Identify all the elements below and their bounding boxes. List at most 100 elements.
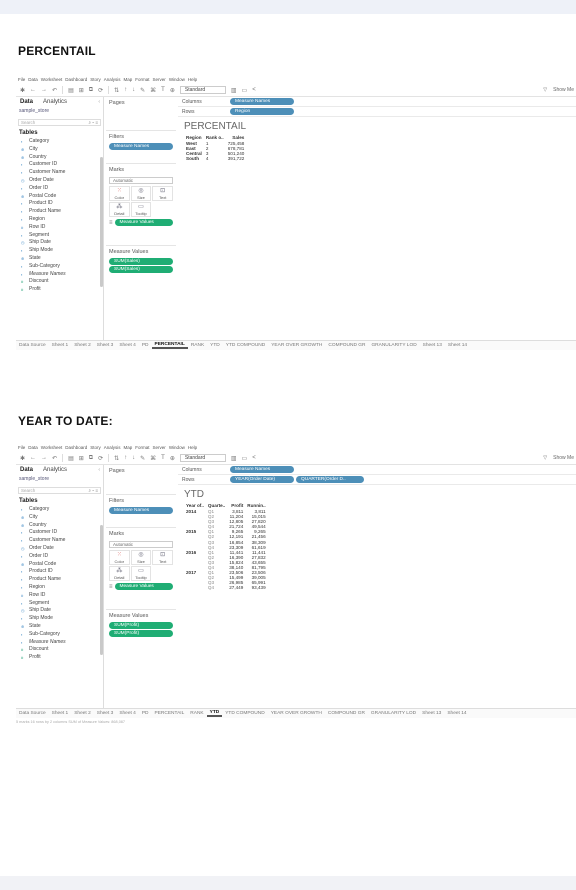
filter-icon[interactable]: ▽ xyxy=(543,455,547,461)
new-sheet-icon[interactable]: ⧉ xyxy=(89,87,93,94)
fit-select[interactable]: Standard xyxy=(179,454,226,462)
field-item[interactable]: ▪ Measure Names xyxy=(16,271,103,279)
sheet-tab[interactable]: Sheet 3 xyxy=(94,343,117,348)
scrollbar[interactable] xyxy=(100,157,103,287)
sheet-tab[interactable]: RANK xyxy=(188,343,207,348)
share-icon[interactable]: < xyxy=(252,455,256,461)
field-item[interactable]: # Profit xyxy=(16,654,103,662)
pages-shelf[interactable] xyxy=(106,476,176,490)
field-item[interactable]: # Row ID xyxy=(16,592,103,600)
tableau-logo-icon[interactable]: ✱ xyxy=(20,455,25,462)
sheet-tab[interactable]: PERCENTAIL xyxy=(152,711,188,716)
menu-item[interactable]: Dashboard xyxy=(65,445,87,450)
menu-item[interactable]: Analysis xyxy=(104,77,121,82)
field-item[interactable]: ▪ Measure Names xyxy=(16,639,103,647)
mark-type-select[interactable]: Automatic xyxy=(109,177,173,184)
new-datasource-icon[interactable]: ⊞ xyxy=(79,455,84,462)
columns-pill[interactable]: Measure Names xyxy=(230,466,294,473)
field-item[interactable]: ▪ Region xyxy=(16,216,103,224)
field-item[interactable]: # Discount xyxy=(16,278,103,286)
highlight-icon[interactable]: ✎ xyxy=(140,455,145,462)
sheet-tab[interactable]: COMPOUND GR xyxy=(325,343,368,348)
sheet-tab[interactable]: Sheet 3 xyxy=(94,711,117,716)
field-item[interactable]: # Discount xyxy=(16,646,103,654)
field-item[interactable]: ⊕ Postal Code xyxy=(16,193,103,201)
sheet-tab[interactable]: YEAR OVER GROWTH xyxy=(268,711,325,716)
detail-button[interactable]: ⁂ Detail xyxy=(109,202,130,217)
share-icon[interactable]: < xyxy=(252,87,256,93)
field-item[interactable]: ▪ Segment xyxy=(16,600,103,608)
back-icon[interactable]: ← xyxy=(30,87,36,93)
menu-item[interactable]: Dashboard xyxy=(65,77,87,82)
sheet-tab[interactable]: Sheet 14 xyxy=(445,343,470,348)
rows-pill[interactable]: YEAR(Order Date) xyxy=(230,476,294,483)
rows-pill[interactable]: Region xyxy=(230,108,294,115)
pin-icon[interactable]: ⊕ xyxy=(170,87,175,94)
menu-item[interactable]: Server xyxy=(153,77,166,82)
undo-icon[interactable]: ↶ xyxy=(52,455,57,462)
menu-item[interactable]: Worksheet xyxy=(41,445,62,450)
swap-icon[interactable]: ⇅ xyxy=(114,455,119,462)
field-item[interactable]: ⊕ City xyxy=(16,146,103,154)
menu-item[interactable]: Format xyxy=(135,445,149,450)
field-item[interactable]: ⊕ City xyxy=(16,514,103,522)
sheet-tab[interactable]: GRANULARITY LOD xyxy=(368,711,419,716)
menu-item[interactable]: Worksheet xyxy=(41,77,62,82)
tooltip-button[interactable]: ▭ Tooltip xyxy=(130,202,152,217)
pin-icon[interactable]: ⊕ xyxy=(170,455,175,462)
field-item[interactable]: ◷ Order Date xyxy=(16,177,103,185)
sheet-tab[interactable]: GRANULARITY LOD xyxy=(368,343,419,348)
scrollbar[interactable] xyxy=(100,525,103,655)
marks-measure-values-pill[interactable]: Measure Values xyxy=(114,219,173,226)
sheet-tab[interactable]: Sheet 4 xyxy=(116,711,139,716)
rows-shelf[interactable]: Rows YEAR(Order Date) QUARTER(Order D.. xyxy=(178,475,576,485)
columns-shelf[interactable]: Columns Measure Names xyxy=(178,465,576,475)
menu-item[interactable]: Format xyxy=(135,77,149,82)
label-icon[interactable]: T xyxy=(161,87,165,93)
forward-icon[interactable]: → xyxy=(41,87,47,93)
search-input[interactable]: Search ⌕ ▿ ≡ xyxy=(18,119,101,126)
save-icon[interactable]: ▤ xyxy=(68,87,74,94)
field-item[interactable]: ◷ Ship Date xyxy=(16,239,103,247)
marks-measure-values-pill[interactable]: Measure Values xyxy=(114,583,173,590)
datasource-tab[interactable]: Data Source xyxy=(16,711,49,716)
sheet-tab[interactable]: Sheet 4 xyxy=(116,343,139,348)
field-item[interactable]: ⊕ Country xyxy=(16,154,103,162)
size-button[interactable]: ◎ Size xyxy=(130,550,152,565)
table-row[interactable]: South 4 391,722 xyxy=(184,156,246,161)
tab-data[interactable]: Data xyxy=(20,99,33,105)
field-item[interactable]: ▪ Product ID xyxy=(16,200,103,208)
collapse-icon[interactable]: ‹ xyxy=(98,467,100,473)
sheet-tab[interactable]: PERCENTAIL xyxy=(151,342,188,349)
save-icon[interactable]: ▤ xyxy=(68,455,74,462)
sheet-tab[interactable]: Sheet 2 xyxy=(71,343,94,348)
sheet-tab[interactable]: COMPOUND GR xyxy=(325,711,368,716)
text-button[interactable]: ⊡ Text xyxy=(152,550,173,565)
field-item[interactable]: ◷ Ship Date xyxy=(16,607,103,615)
swap-icon[interactable]: ⇅ xyxy=(114,87,119,94)
chart-icon[interactable]: ▥ xyxy=(231,87,237,94)
field-item[interactable]: ▪ Customer ID xyxy=(16,529,103,537)
sheet-tab[interactable]: PD xyxy=(139,343,152,348)
menu-item[interactable]: Help xyxy=(188,445,197,450)
measure-value-pill[interactable]: SUM(Sales) xyxy=(109,266,173,273)
show-me-button[interactable]: Show Me xyxy=(553,87,574,93)
label-icon[interactable]: T xyxy=(161,455,165,461)
refresh-icon[interactable]: ⟳ xyxy=(98,455,103,462)
chart-icon[interactable]: ▥ xyxy=(231,455,237,462)
highlight-icon[interactable]: ✎ xyxy=(140,87,145,94)
field-item[interactable]: # Row ID xyxy=(16,224,103,232)
field-item[interactable]: ▪ Customer Name xyxy=(16,537,103,545)
field-item[interactable]: ▪ Order ID xyxy=(16,185,103,193)
rows-pill[interactable]: QUARTER(Order D.. xyxy=(296,476,364,483)
menu-item[interactable]: Window xyxy=(169,77,185,82)
menu-item[interactable]: File xyxy=(18,445,25,450)
forward-icon[interactable]: → xyxy=(41,455,47,461)
datasource-name[interactable]: sample_store xyxy=(16,475,103,484)
sheet-tab[interactable]: YTD xyxy=(206,710,223,717)
menu-item[interactable]: Window xyxy=(169,445,185,450)
menu-item[interactable]: Map xyxy=(124,77,133,82)
menu-item[interactable]: Help xyxy=(188,77,197,82)
collapse-icon[interactable]: ‹ xyxy=(98,99,100,105)
sort-desc-icon[interactable]: ↓ xyxy=(132,87,135,93)
